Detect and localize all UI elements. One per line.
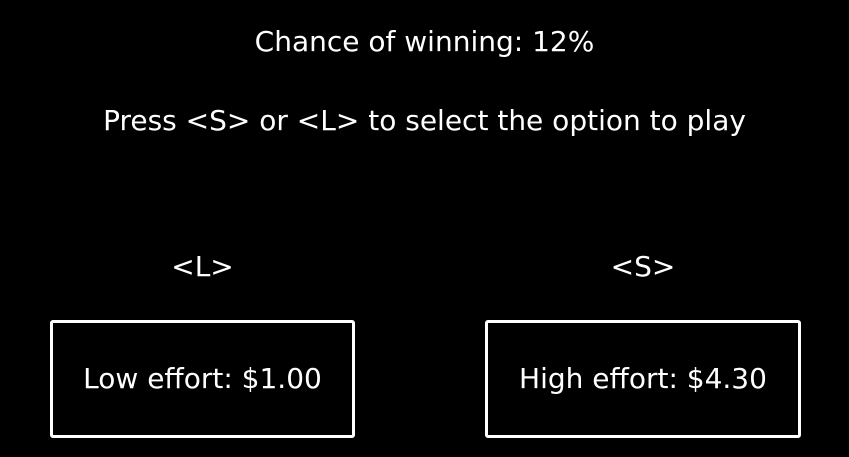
chance-of-winning-text: Chance of winning: 12% [254,25,595,58]
high-effort-option-button[interactable]: High effort: $4.30 [485,320,801,438]
low-effort-option-label: Low effort: $1.00 [83,362,322,395]
high-effort-option-label: High effort: $4.30 [519,362,767,395]
low-effort-option-button[interactable]: Low effort: $1.00 [50,320,355,438]
left-option-key-label: <L> [171,250,234,283]
right-option-key-label: <S> [610,250,676,283]
instruction-text: Press <S> or <L> to select the option to… [103,104,746,137]
